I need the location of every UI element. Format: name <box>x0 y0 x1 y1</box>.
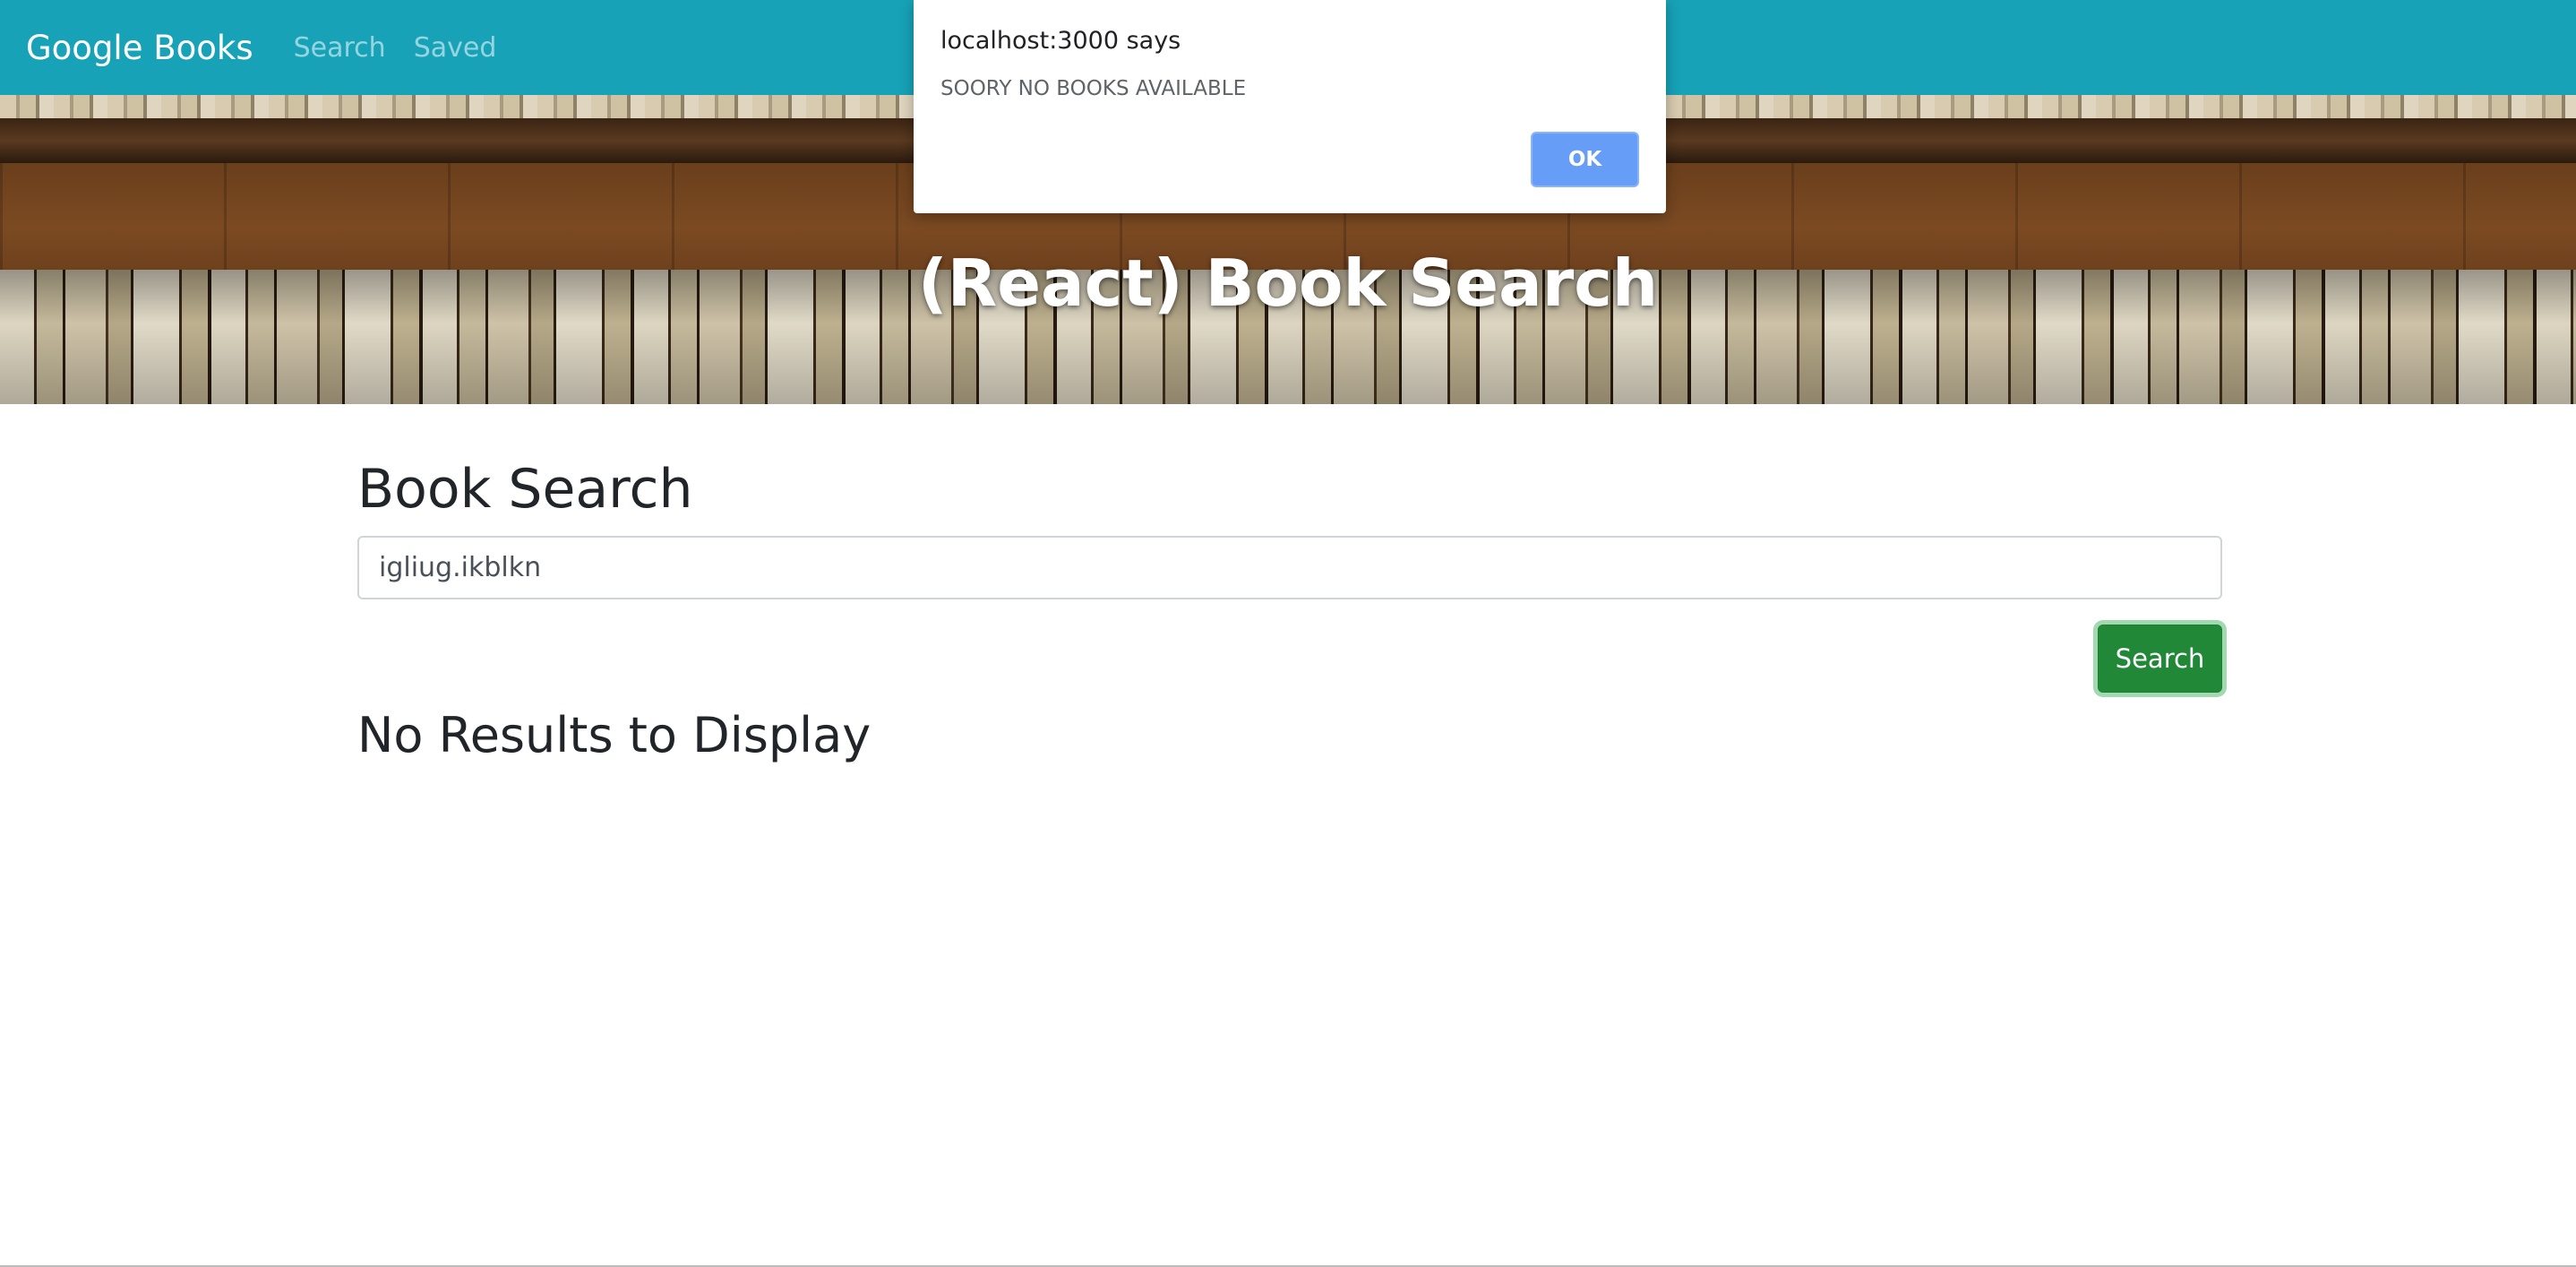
search-input[interactable] <box>357 536 2222 599</box>
nav-link-search[interactable]: Search <box>294 32 386 64</box>
brand-link[interactable]: Google Books <box>26 29 253 67</box>
dialog-title: localhost:3000 says <box>940 27 1181 55</box>
alert-dialog: localhost:3000 says SOORY NO BOOKS AVAIL… <box>914 0 1666 213</box>
nav-link-saved[interactable]: Saved <box>414 32 497 64</box>
no-results-heading: No Results to Display <box>357 707 872 763</box>
dialog-ok-button[interactable]: OK <box>1531 132 1639 187</box>
search-button[interactable]: Search <box>2098 625 2222 693</box>
book-search-heading: Book Search <box>357 458 693 521</box>
dialog-message: SOORY NO BOOKS AVAILABLE <box>940 77 1247 100</box>
hero-title: (React) Book Search <box>917 246 1659 322</box>
